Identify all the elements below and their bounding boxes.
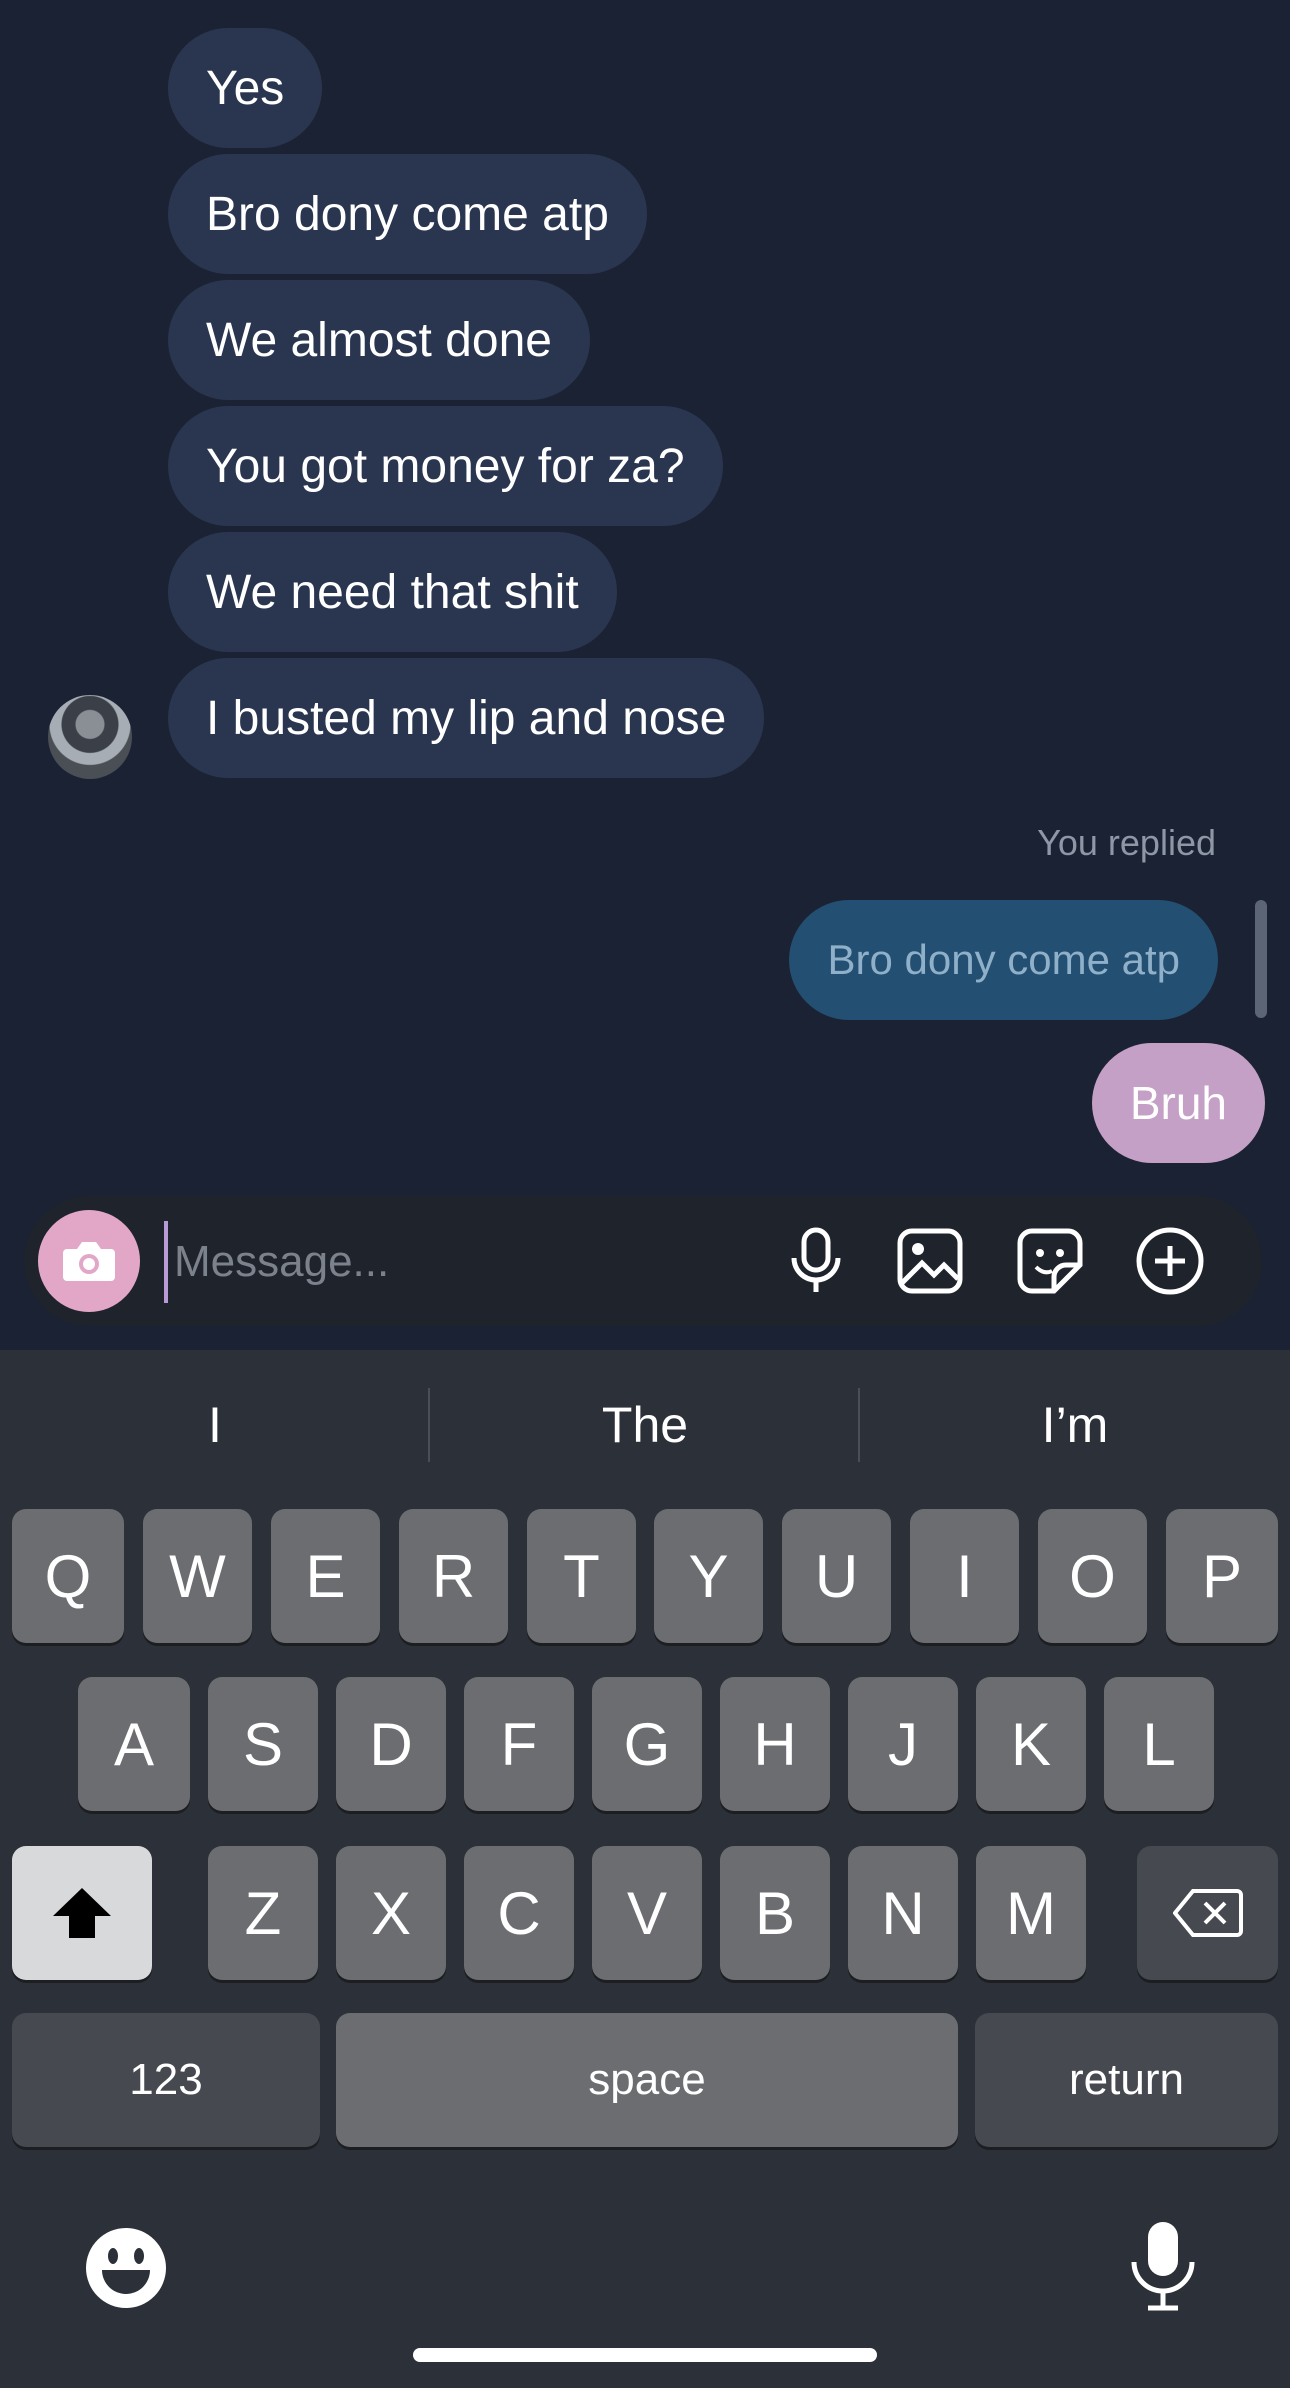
backspace-icon (1172, 1889, 1243, 1937)
suggestion-item[interactable]: The (430, 1350, 860, 1500)
dictation-icon[interactable] (1128, 2220, 1198, 2312)
message-composer (24, 1196, 1262, 1326)
key-s[interactable]: S (208, 1677, 318, 1811)
home-indicator[interactable] (413, 2348, 877, 2362)
key-v[interactable]: V (592, 1846, 702, 1980)
reply-label: You replied (1037, 822, 1216, 863)
return-key[interactable]: return (975, 2013, 1278, 2147)
shift-key[interactable] (12, 1846, 152, 1980)
incoming-message[interactable]: Bro dony come atp (168, 154, 647, 274)
key-z[interactable]: Z (208, 1846, 318, 1980)
shift-icon (53, 1888, 111, 1938)
key-j[interactable]: J (848, 1677, 958, 1811)
key-f[interactable]: F (464, 1677, 574, 1811)
message-input[interactable] (164, 1221, 736, 1303)
suggestion-item[interactable]: I (0, 1350, 430, 1500)
key-h[interactable]: H (720, 1677, 830, 1811)
emoji-icon[interactable] (84, 2226, 168, 2310)
key-d[interactable]: D (336, 1677, 446, 1811)
key-o[interactable]: O (1038, 1509, 1147, 1643)
incoming-message[interactable]: I busted my lip and nose (168, 658, 765, 778)
plus-icon[interactable] (1132, 1223, 1208, 1299)
sticker-icon[interactable] (1012, 1223, 1088, 1299)
key-u[interactable]: U (782, 1509, 891, 1643)
key-k[interactable]: K (976, 1677, 1086, 1811)
key-r[interactable]: R (399, 1509, 508, 1643)
key-n[interactable]: N (848, 1846, 958, 1980)
incoming-message[interactable]: We almost done (168, 280, 590, 400)
key-c[interactable]: C (464, 1846, 574, 1980)
key-t[interactable]: T (527, 1509, 636, 1643)
chat-thread[interactable]: Yes Bro dony come atp We almost done You… (0, 0, 1290, 1350)
key-b[interactable]: B (720, 1846, 830, 1980)
key-x[interactable]: X (336, 1846, 446, 1980)
keyboard: I The I’m Q W E R T Y U I O P A S D F G … (0, 1350, 1290, 2388)
incoming-message[interactable]: We need that shit (168, 532, 617, 652)
key-l[interactable]: L (1104, 1677, 1214, 1811)
key-e[interactable]: E (271, 1509, 380, 1643)
image-icon[interactable] (892, 1223, 968, 1299)
suggestion-item[interactable]: I’m (860, 1350, 1290, 1500)
key-p[interactable]: P (1166, 1509, 1278, 1643)
microphone-icon[interactable] (778, 1223, 854, 1299)
incoming-message[interactable]: Yes (168, 28, 323, 148)
scrollbar[interactable] (1255, 900, 1267, 1018)
key-w[interactable]: W (143, 1509, 252, 1643)
delete-key[interactable] (1137, 1846, 1278, 1980)
camera-icon (63, 1242, 115, 1281)
key-y[interactable]: Y (654, 1509, 763, 1643)
sent-message[interactable]: Bruh (1091, 1043, 1265, 1163)
suggestion-bar: I The I’m (0, 1350, 1290, 1500)
avatar[interactable] (48, 695, 132, 779)
key-g[interactable]: G (592, 1677, 702, 1811)
key-i[interactable]: I (910, 1509, 1019, 1643)
replied-to-message[interactable]: Bro dony come atp (789, 900, 1218, 1020)
key-q[interactable]: Q (12, 1509, 124, 1643)
numbers-key[interactable]: 123 (12, 2013, 320, 2147)
incoming-message[interactable]: You got money for za? (168, 406, 723, 526)
camera-button[interactable] (38, 1210, 140, 1312)
key-a[interactable]: A (78, 1677, 190, 1811)
space-key[interactable]: space (336, 2013, 958, 2147)
key-m[interactable]: M (976, 1846, 1086, 1980)
